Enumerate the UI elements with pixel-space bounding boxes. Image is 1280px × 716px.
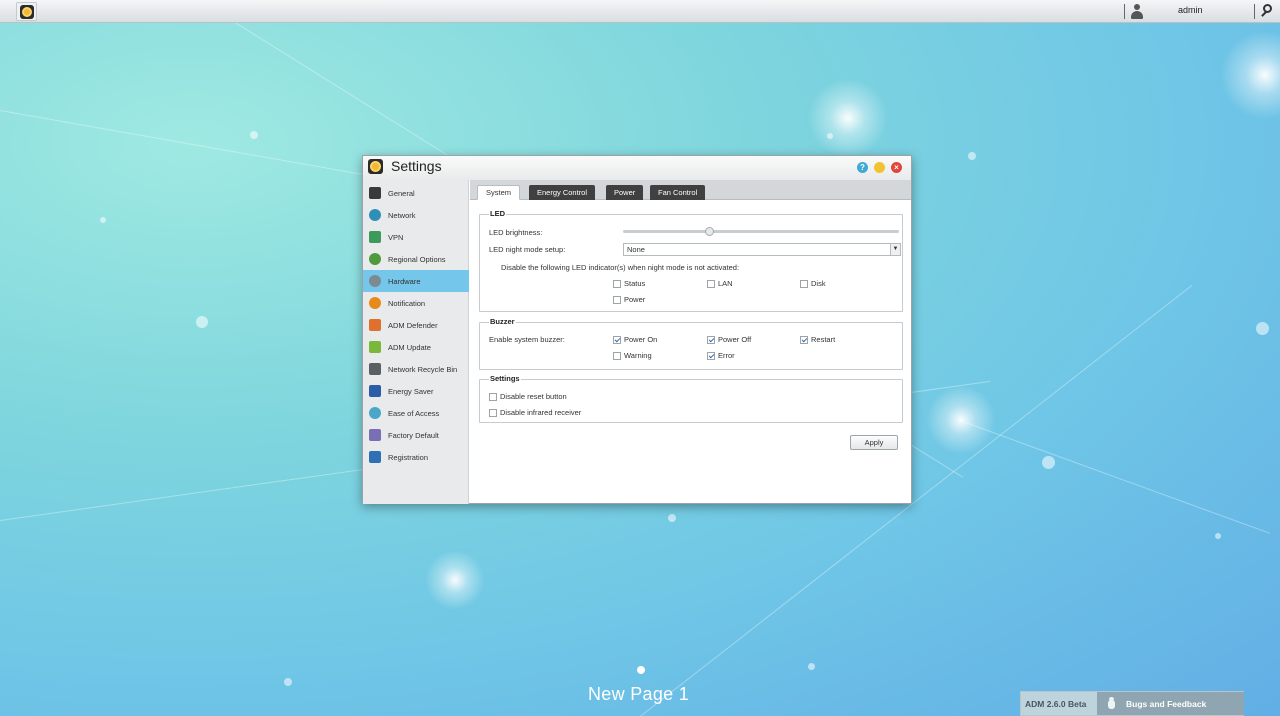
sidebar-item-label: General	[388, 188, 415, 198]
minimize-button[interactable]	[874, 162, 885, 173]
undo-icon	[369, 429, 381, 441]
chevron-down-icon[interactable]: ▼	[890, 244, 900, 255]
bugs-feedback-label: Bugs and Feedback	[1126, 699, 1207, 709]
username-label[interactable]: admin	[1178, 5, 1203, 15]
sidebar-item-label: Notification	[388, 298, 426, 308]
led-disable-description: Disable the following LED indicator(s) w…	[501, 263, 740, 272]
led-night-mode-select[interactable]: None ▼	[623, 243, 901, 256]
sidebar-item-label: Network Recycle Bin	[388, 364, 458, 374]
user-icon[interactable]	[1130, 4, 1144, 19]
apply-button[interactable]: Apply	[850, 435, 898, 450]
tab-power[interactable]: Power	[606, 185, 644, 200]
page-indicator-dot[interactable]	[637, 666, 645, 674]
led-disk-checkbox[interactable]: Disk	[800, 279, 826, 288]
window-titlebar[interactable]: Settings ? ×	[363, 156, 911, 180]
version-bar: ADM 2.6.0 Beta Bugs and Feedback	[1020, 691, 1244, 716]
disable-reset-checkbox[interactable]: Disable reset button	[489, 392, 567, 401]
sidebar-item-general[interactable]: General	[363, 182, 469, 204]
close-button[interactable]: ×	[891, 162, 902, 173]
sidebar-item-label: Factory Default	[388, 430, 439, 440]
buzzer-error-checkbox[interactable]: Error	[707, 351, 735, 360]
led-brightness-slider[interactable]	[623, 227, 899, 236]
tab-system[interactable]: System	[477, 185, 521, 200]
globe-icon	[369, 209, 381, 221]
registration-icon	[369, 451, 381, 463]
bugs-feedback-button[interactable]: Bugs and Feedback	[1097, 692, 1244, 715]
buzzer-power-on-checkbox[interactable]: Power On	[613, 335, 657, 344]
page-label: New Page 1	[588, 684, 690, 704]
settings-content: System Energy Control Power Fan Control …	[470, 180, 911, 504]
update-icon	[369, 341, 381, 353]
select-value: None	[627, 245, 645, 254]
led-status-checkbox[interactable]: Status	[613, 279, 645, 288]
general-icon	[369, 187, 381, 199]
divider	[1124, 4, 1125, 19]
bug-icon	[1105, 697, 1117, 710]
settings-sidebar: General Network VPN Regional Options Har…	[363, 180, 469, 504]
sidebar-item-adm-update[interactable]: ADM Update	[363, 336, 469, 358]
tab-energy-control[interactable]: Energy Control	[529, 185, 596, 200]
settings-window: Settings ? × General Network VPN Regiona…	[362, 155, 912, 504]
sidebar-item-label: VPN	[388, 232, 404, 242]
sidebar-item-ease-of-access[interactable]: Ease of Access	[363, 402, 469, 424]
disable-infrared-checkbox[interactable]: Disable infrared receiver	[489, 408, 581, 417]
sidebar-item-label: Network	[388, 210, 416, 220]
sidebar-item-registration[interactable]: Registration	[363, 446, 469, 468]
settings-legend: Settings	[489, 374, 521, 383]
led-brightness-label: LED brightness:	[489, 228, 543, 237]
buzzer-legend: Buzzer	[489, 317, 516, 326]
defender-icon	[369, 319, 381, 331]
hardware-icon	[369, 275, 381, 287]
sidebar-item-notification[interactable]: Notification	[363, 292, 469, 314]
buzzer-group: Buzzer Enable system buzzer: Power On Po…	[479, 317, 903, 370]
buzzer-power-off-checkbox[interactable]: Power Off	[707, 335, 751, 344]
led-legend: LED	[489, 209, 506, 218]
slider-thumb[interactable]	[705, 227, 714, 236]
sidebar-item-network-recycle-bin[interactable]: Network Recycle Bin	[363, 358, 469, 380]
sidebar-item-label: ADM Defender	[388, 320, 438, 330]
adm-main-menu-button[interactable]	[16, 2, 37, 21]
search-icon[interactable]	[1260, 4, 1274, 18]
buzzer-enable-label: Enable system buzzer:	[489, 335, 565, 344]
sidebar-item-hardware[interactable]: Hardware	[363, 270, 469, 292]
buzzer-restart-checkbox[interactable]: Restart	[800, 335, 835, 344]
top-bar: admin	[0, 0, 1280, 23]
divider	[1254, 4, 1255, 19]
sidebar-item-label: Energy Saver	[388, 386, 434, 396]
buzzer-warning-checkbox[interactable]: Warning	[613, 351, 652, 360]
settings-app-icon	[368, 159, 383, 174]
sidebar-item-label: Regional Options	[388, 254, 446, 264]
sidebar-item-adm-defender[interactable]: ADM Defender	[363, 314, 469, 336]
led-night-mode-label: LED night mode setup:	[489, 245, 566, 254]
tab-bar: System Energy Control Power Fan Control	[470, 180, 911, 200]
energy-saver-icon	[369, 385, 381, 397]
sidebar-item-factory-default[interactable]: Factory Default	[363, 424, 469, 446]
led-power-checkbox[interactable]: Power	[613, 295, 645, 304]
sidebar-item-label: Ease of Access	[388, 408, 440, 418]
sidebar-item-vpn[interactable]: VPN	[363, 226, 469, 248]
tab-fan-control[interactable]: Fan Control	[650, 185, 706, 200]
help-button[interactable]: ?	[857, 162, 868, 173]
sidebar-item-label: Hardware	[388, 276, 421, 286]
notification-icon	[369, 297, 381, 309]
regional-options-icon	[369, 253, 381, 265]
cloud-icon	[369, 407, 381, 419]
settings-group: Settings Disable reset button Disable in…	[479, 374, 903, 423]
sidebar-item-energy-saver[interactable]: Energy Saver	[363, 380, 469, 402]
adm-logo-icon	[19, 4, 34, 19]
vpn-icon	[369, 231, 381, 243]
version-label: ADM 2.6.0 Beta	[1025, 699, 1087, 709]
sidebar-item-label: Registration	[388, 452, 429, 462]
sidebar-item-label: ADM Update	[388, 342, 431, 352]
led-group: LED LED brightness: LED night mode setup…	[479, 209, 903, 312]
sidebar-item-network[interactable]: Network	[363, 204, 469, 226]
sidebar-item-regional-options[interactable]: Regional Options	[363, 248, 469, 270]
window-title: Settings	[391, 158, 442, 174]
recycle-bin-icon	[369, 363, 381, 375]
led-lan-checkbox[interactable]: LAN	[707, 279, 733, 288]
